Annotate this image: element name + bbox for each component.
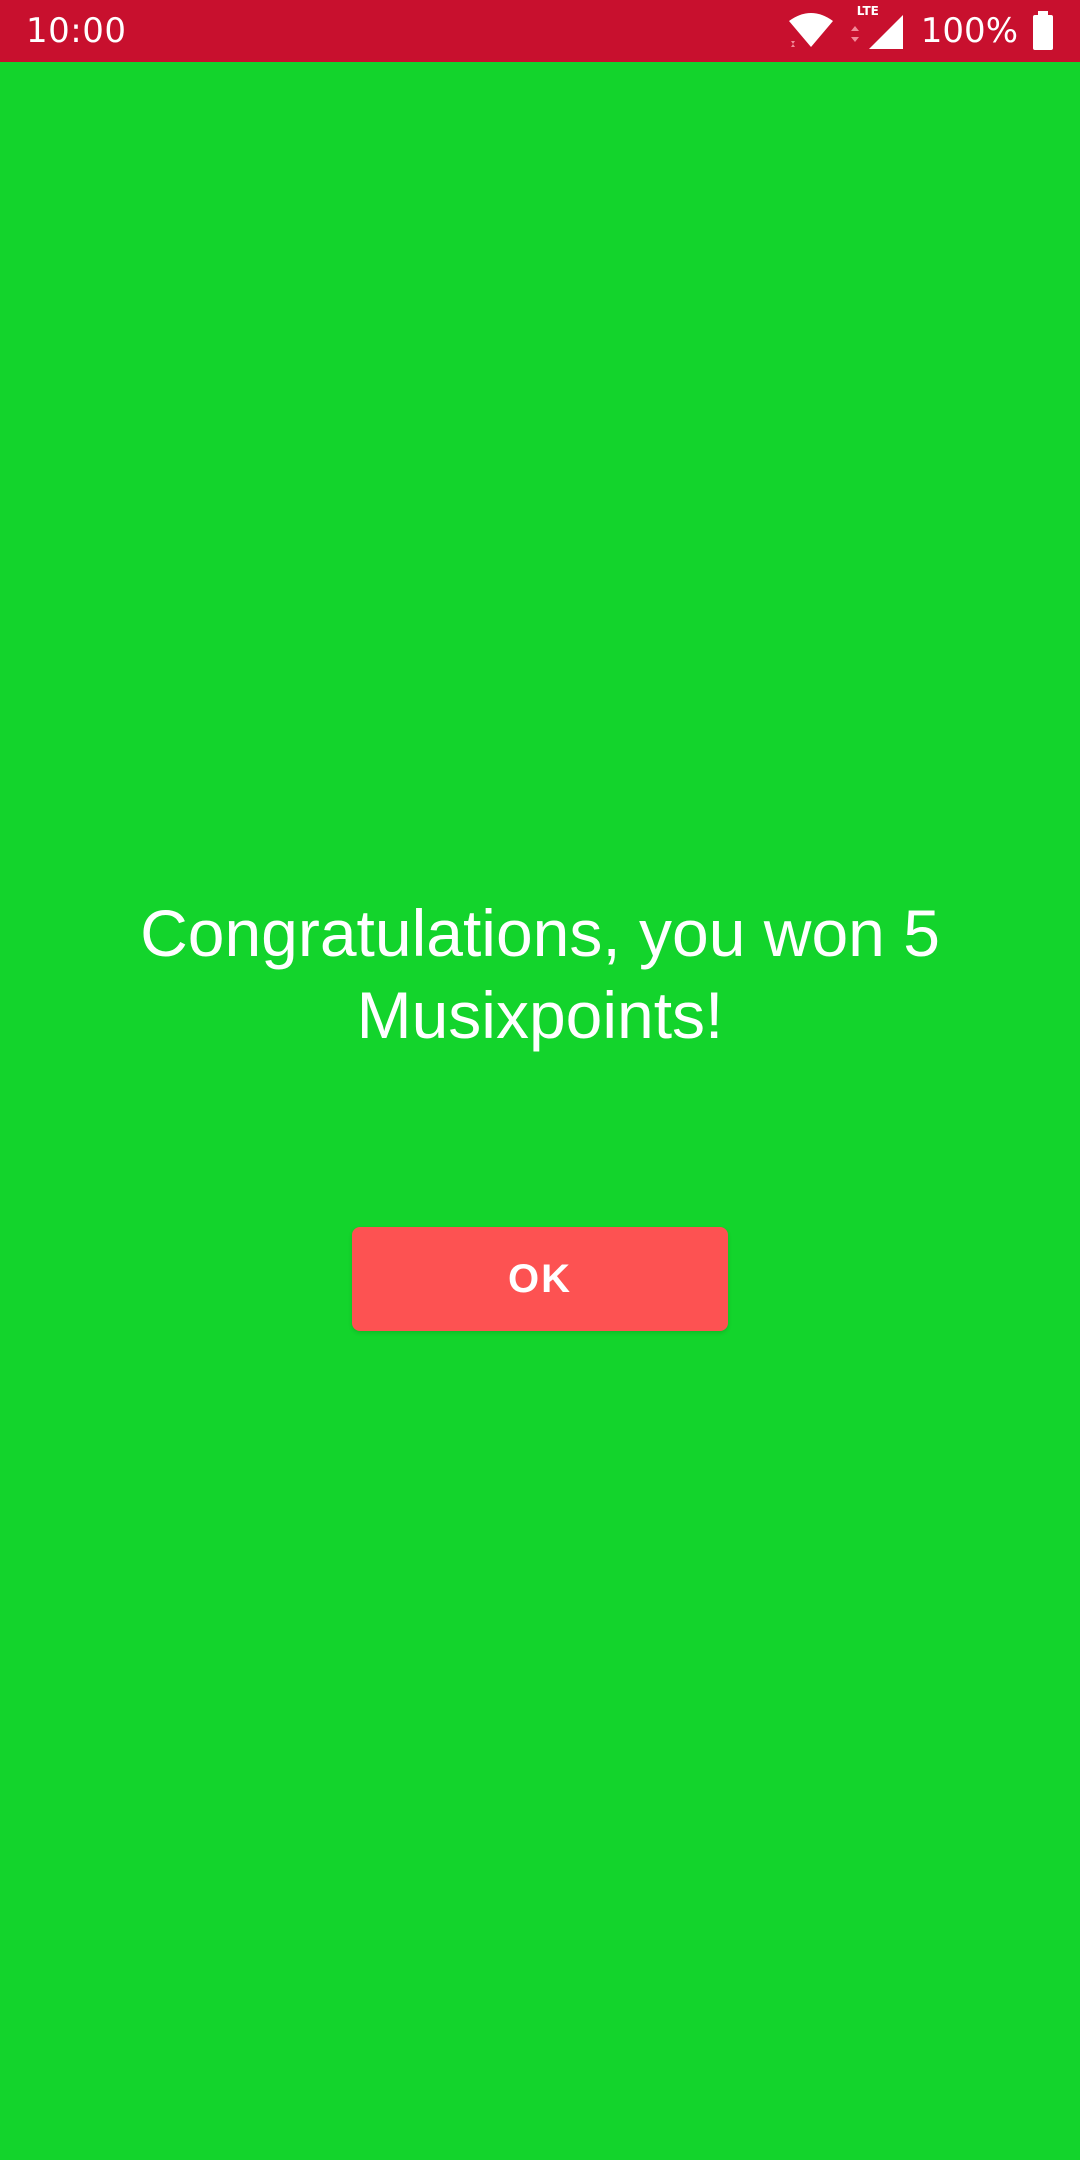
lte-signal-icon: LTE [849, 5, 907, 51]
status-time: 10:00 [26, 11, 127, 51]
screen: 10:00 LTE 100% Congratulations, you won … [0, 0, 1080, 2160]
lte-label: LTE [856, 4, 879, 18]
status-icons: LTE 100% [787, 5, 1054, 51]
congratulations-message: Congratulations, you won 5 Musixpoints! [140, 896, 940, 1052]
wifi-icon [787, 11, 835, 51]
battery-percentage: 100% [920, 11, 1018, 51]
battery-icon [1032, 11, 1054, 51]
reward-screen: Congratulations, you won 5 Musixpoints! … [0, 62, 1080, 2160]
ok-button[interactable]: OK [352, 1227, 728, 1331]
status-bar: 10:00 LTE 100% [0, 0, 1080, 62]
